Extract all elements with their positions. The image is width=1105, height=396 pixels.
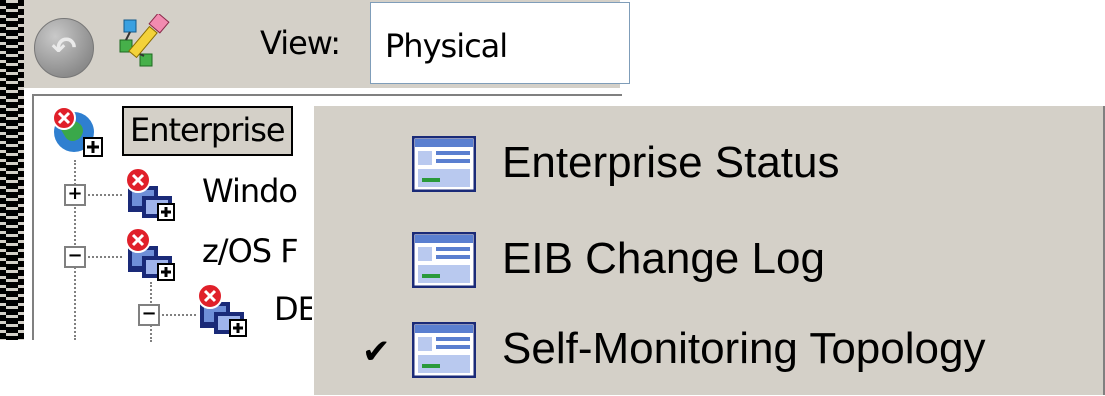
tree-expander-2[interactable]: − bbox=[64, 246, 86, 268]
tree-connector bbox=[162, 314, 196, 316]
menu-item-label: EIB Change Log bbox=[502, 234, 825, 283]
tree-expander-3[interactable]: − bbox=[138, 304, 160, 326]
view-select[interactable]: Physical bbox=[370, 2, 630, 84]
menu-item-enterprise-status[interactable]: Enterprise Status bbox=[314, 120, 1105, 210]
menu-item-label: Self-Monitoring Topology bbox=[502, 324, 986, 373]
view-label: View: bbox=[260, 24, 341, 62]
managed-system-error-icon bbox=[197, 283, 247, 337]
managed-system-error-icon bbox=[125, 227, 175, 281]
edit-topology-icon[interactable] bbox=[116, 14, 172, 70]
tree-connector bbox=[88, 194, 122, 196]
view-select-value: Physical bbox=[385, 27, 508, 65]
arrow-icon: ↶ bbox=[51, 30, 77, 66]
workspace-context-menu: Enterprise Status EIB Change Log ✔ Self-… bbox=[312, 104, 1105, 395]
tree-node-label[interactable]: z/OS F bbox=[202, 232, 299, 270]
menu-item-eib-change-log[interactable]: EIB Change Log bbox=[314, 216, 1105, 306]
window-edge bbox=[0, 0, 24, 340]
enterprise-globe-icon bbox=[52, 106, 103, 157]
checkmark-icon: ✔ bbox=[362, 332, 391, 372]
tree-node-label[interactable]: Windo bbox=[202, 172, 298, 210]
tree-connector bbox=[88, 256, 122, 258]
menu-item-label: Enterprise Status bbox=[502, 138, 840, 187]
tree-expander-1[interactable]: + bbox=[64, 184, 86, 206]
workspace-icon bbox=[412, 232, 476, 288]
tree-root-enterprise[interactable]: Enterprise bbox=[122, 106, 293, 156]
menu-item-self-monitoring-topology[interactable]: ✔ Self-Monitoring Topology bbox=[314, 306, 1105, 396]
managed-system-error-icon bbox=[125, 167, 175, 221]
tree-node-label[interactable]: DE bbox=[274, 290, 318, 328]
workspace-icon bbox=[412, 322, 476, 378]
workspace-icon bbox=[412, 136, 476, 192]
toolbar: ↶ View: Physical bbox=[24, 0, 630, 88]
back-button[interactable]: ↶ bbox=[34, 18, 94, 78]
